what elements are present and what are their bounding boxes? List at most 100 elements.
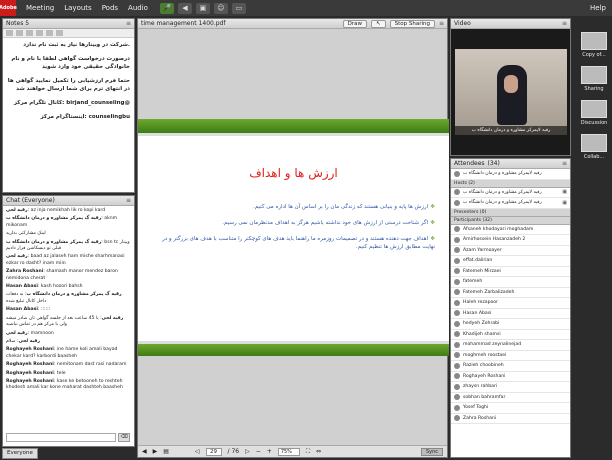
layout-thumbnail bbox=[581, 134, 607, 152]
chat-message: Roghayeh Roshani: ine hame koli amali ba… bbox=[6, 347, 118, 359]
chat-message: رقیه لحی: baad az jalaseh ham mishe shar… bbox=[6, 254, 125, 266]
participant-row[interactable]: Yosef Toghi bbox=[451, 403, 570, 414]
participant-row[interactable]: Amirhossein Hasanzadeh 2 bbox=[451, 235, 570, 246]
speaker-icon[interactable]: ◀ bbox=[177, 2, 192, 14]
underline-icon[interactable] bbox=[26, 30, 33, 36]
participant-name: Hasan Abasi bbox=[463, 310, 492, 316]
layout-collab[interactable]: Collab... bbox=[577, 134, 611, 160]
presenter-figure bbox=[497, 65, 527, 125]
participant-name: Haleh rezapoor bbox=[463, 300, 499, 306]
layout-label: Collab... bbox=[583, 154, 605, 160]
chat-message: رقیه گ پمرکز مشاوره و درمان دانشگاه ب: a… bbox=[6, 216, 118, 228]
chat-user: Roghayeh Roshani bbox=[6, 362, 54, 368]
participant-name: Roghayeh Roshani bbox=[463, 373, 506, 379]
bold-icon[interactable] bbox=[6, 30, 13, 36]
participant-row[interactable]: mohammad zeynalinejad bbox=[451, 340, 570, 351]
host-row[interactable]: رقیه لاپمرکز مشاوره و درمان دانشگاه ب ▣ bbox=[451, 188, 570, 198]
chat-user: رقیه لحی bbox=[6, 330, 28, 336]
webcam-icon: ▣ bbox=[562, 199, 567, 206]
menu-audio[interactable]: Audio bbox=[128, 4, 148, 12]
participant-row[interactable]: Hasan Abasi bbox=[451, 309, 570, 319]
menu-pods[interactable]: Pods bbox=[102, 4, 118, 12]
fullscreen-icon[interactable]: ⛶ bbox=[306, 448, 310, 456]
zoom-out-icon[interactable]: − bbox=[256, 448, 261, 455]
pod-menu-icon[interactable]: ≡ bbox=[126, 20, 131, 27]
video-feed[interactable]: رقیه لاپمرکز مشاوره و درمان دانشگاه ب bbox=[455, 49, 567, 135]
participant-name: Fatemeh Zarbalizadeh bbox=[463, 289, 515, 295]
person-icon bbox=[454, 257, 460, 264]
participant-name: zhaysn rahbari bbox=[463, 384, 498, 390]
pointer-icon[interactable]: ↖ bbox=[370, 19, 386, 28]
prev-slide-icon[interactable]: ◀ bbox=[142, 448, 147, 455]
participant-name: hedyeh Zohrabi bbox=[463, 321, 500, 327]
menu-meeting[interactable]: Meeting bbox=[26, 4, 54, 12]
menu-layouts[interactable]: Layouts bbox=[64, 4, 91, 12]
pod-menu-icon[interactable]: ≡ bbox=[126, 197, 131, 204]
stop-sharing-button[interactable]: Stop Sharing bbox=[389, 19, 435, 28]
presenters-section[interactable]: Presenters (0) bbox=[451, 208, 570, 217]
participant-row[interactable]: Khadijeh shamsi bbox=[451, 330, 570, 340]
participant-row[interactable]: Haleh rezapoor bbox=[451, 298, 570, 309]
last-page-icon[interactable]: ▷ bbox=[245, 448, 250, 455]
zoom-select[interactable]: 75% bbox=[277, 447, 300, 456]
notes-line: @birjand_counseling :کانال تلگرام مرکز bbox=[13, 100, 130, 106]
participant-row[interactable]: Razieh choobineh bbox=[451, 361, 570, 372]
layout-thumbnail bbox=[581, 66, 607, 84]
participant-row[interactable]: sobhan bahramfar bbox=[451, 393, 570, 403]
zoom-in-icon[interactable]: + bbox=[267, 448, 272, 455]
host-row[interactable]: رقیه لاپمرکز مشاوره و درمان دانشگاه ب ▣ bbox=[451, 198, 570, 209]
participant-name: fatemeh bbox=[463, 279, 483, 285]
slide-top-bar bbox=[138, 119, 449, 133]
chat-send-button[interactable]: ⌫ bbox=[118, 433, 130, 442]
slide-bullet: اگر شناخت درستی از ارزش های خود نداشته ب… bbox=[155, 219, 435, 227]
next-slide-icon[interactable]: ▶ bbox=[153, 448, 158, 455]
help-menu[interactable]: Help bbox=[590, 4, 606, 12]
chat-message: رقیه لحی: mamnoon bbox=[6, 330, 54, 336]
sync-button[interactable]: Sync bbox=[420, 447, 443, 456]
participant-row[interactable]: Afsaneh khodayari moghadam bbox=[451, 225, 570, 235]
layout-sharing[interactable]: Sharing bbox=[577, 66, 611, 92]
color-icon[interactable] bbox=[46, 30, 53, 36]
fit-width-icon[interactable]: ⇔ bbox=[316, 448, 321, 455]
my-status-row[interactable]: رقیه لاپمرکز مشاوره و درمان دانشگاه ب bbox=[451, 169, 570, 180]
pod-menu-icon[interactable]: ≡ bbox=[439, 20, 444, 27]
page-number-input[interactable]: 29 bbox=[205, 447, 222, 456]
participant-row[interactable]: Zahra Roshani bbox=[451, 414, 570, 424]
notes-header: Notes 5 ≡ bbox=[3, 19, 134, 29]
slide-bullet: ارزش ها پایه و بنیانی هستند که زندگی مان… bbox=[155, 203, 435, 211]
pod-menu-icon[interactable]: ≡ bbox=[562, 160, 567, 167]
participant-row[interactable]: hedyeh Zohrabi bbox=[451, 319, 570, 330]
webcam-icon[interactable]: ▣ bbox=[195, 2, 210, 14]
person-icon bbox=[454, 310, 460, 317]
notes-body[interactable]: .شرکت در وبینارها نیاز به ثبت نام ندارد … bbox=[3, 38, 134, 130]
participants-section[interactable]: Participants (32) bbox=[451, 216, 570, 225]
participant-row[interactable]: moghmeh roostaei bbox=[451, 351, 570, 361]
participant-row[interactable]: zhaysn rahbari bbox=[451, 382, 570, 393]
microphone-icon[interactable]: 🎤 bbox=[159, 2, 174, 14]
chat-text: kash hozori bahsh bbox=[40, 284, 83, 290]
attendees-pod: Attendees (34) ≡ رقیه لاپمرکز مشاوره و د… bbox=[450, 158, 571, 458]
italic-icon[interactable] bbox=[16, 30, 23, 36]
chat-user: Zahra Roshani bbox=[6, 269, 44, 275]
participant-row[interactable]: Fatemeh Zarbalizadeh bbox=[451, 288, 570, 298]
participant-row[interactable]: Fatemeh Mirzaei bbox=[451, 267, 570, 277]
person-icon[interactable]: ☺ bbox=[213, 2, 228, 14]
chat-input[interactable] bbox=[6, 433, 116, 442]
chat-tab-everyone[interactable]: Everyone bbox=[2, 448, 38, 459]
participant-row[interactable]: fatemeh bbox=[451, 277, 570, 288]
layout-copy[interactable]: Copy of... bbox=[577, 32, 611, 58]
draw-button[interactable]: Draw bbox=[342, 19, 367, 28]
pod-menu-icon[interactable]: ≡ bbox=[562, 20, 567, 27]
participant-row[interactable]: effat.dalirian bbox=[451, 256, 570, 267]
share-screen-icon[interactable]: ▭ bbox=[231, 2, 246, 14]
person-icon bbox=[454, 383, 460, 390]
list-icon[interactable] bbox=[56, 30, 63, 36]
first-page-icon[interactable]: ◁ bbox=[195, 448, 200, 455]
participant-row[interactable]: Azam Yarmoayer bbox=[451, 246, 570, 256]
hosts-section[interactable]: Hosts (2) bbox=[451, 179, 570, 188]
layout-discussion[interactable]: Discussion bbox=[577, 100, 611, 126]
font-size-icon[interactable] bbox=[36, 30, 43, 36]
participant-name: Razieh choobineh bbox=[463, 363, 504, 369]
document-icon[interactable]: ▤ bbox=[163, 448, 169, 455]
participant-row[interactable]: Roghayeh Roshani bbox=[451, 372, 570, 382]
